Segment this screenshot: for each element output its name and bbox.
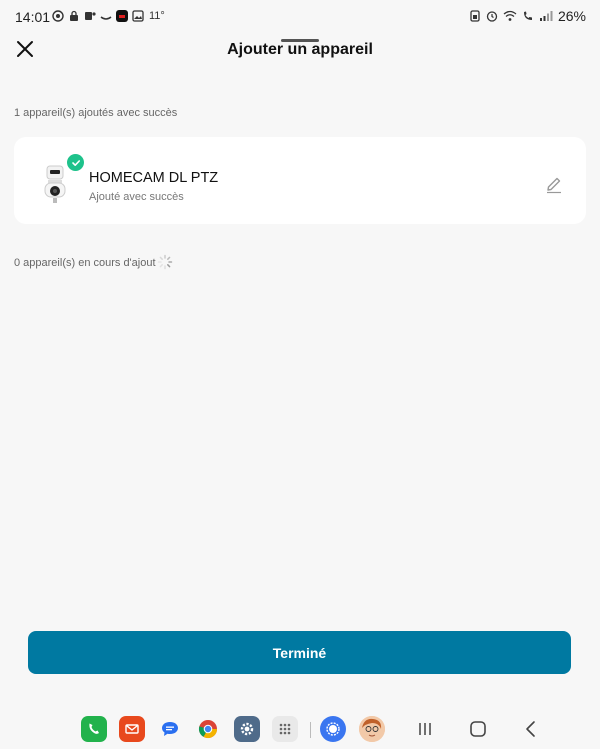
chrome-icon[interactable] [195, 716, 221, 742]
app-drawer-icon[interactable] [272, 716, 298, 742]
pending-count-label: 0 appareil(s) en cours d'ajout [14, 257, 156, 269]
added-count-label: 1 appareil(s) ajoutés avec succès [14, 107, 178, 119]
navigation-dock [0, 708, 600, 749]
device-card[interactable]: HOMECAM DL PTZ Ajouté avec succès [14, 137, 586, 224]
notification-icons [52, 10, 144, 22]
device-name: HOMECAM DL PTZ [89, 170, 219, 186]
dock-divider [310, 722, 311, 738]
signal-strength-icon [539, 11, 553, 21]
weather-temperature: 11° [149, 10, 165, 22]
recents-icon[interactable] [414, 718, 436, 740]
phone-icon[interactable] [81, 716, 107, 742]
avatar-app-icon[interactable] [359, 716, 385, 742]
alarm-icon [486, 11, 498, 22]
device-status: Ajouté avec succès [89, 191, 184, 203]
settings-icon[interactable] [234, 716, 260, 742]
status-time: 14:01 [15, 9, 51, 25]
app-notification-icon [116, 10, 128, 22]
whatsapp-icon [52, 10, 64, 22]
lock-icon [70, 10, 78, 21]
messages-icon[interactable] [157, 716, 183, 742]
status-bar: 14:01 11° 26% [0, 0, 600, 34]
wifi-icon [503, 10, 517, 21]
home-icon[interactable] [467, 718, 489, 740]
amazon-icon [100, 16, 112, 20]
email-icon[interactable] [119, 716, 145, 742]
page-title: Ajouter un appareil [227, 41, 373, 58]
teams-icon [85, 12, 96, 20]
sim-icon [470, 10, 480, 22]
signal-icon[interactable] [320, 716, 346, 742]
wifi-call-icon [523, 11, 532, 20]
back-icon[interactable] [520, 718, 542, 740]
gallery-icon [132, 10, 144, 22]
camera-device-icon [44, 165, 66, 203]
success-check-icon [67, 154, 84, 171]
system-status-icons: 26% [469, 8, 586, 24]
edit-pencil-icon[interactable] [545, 176, 563, 194]
battery-level: 26% [557, 8, 586, 24]
loading-spinner-icon [157, 254, 173, 270]
done-button[interactable]: Terminé [28, 631, 571, 674]
